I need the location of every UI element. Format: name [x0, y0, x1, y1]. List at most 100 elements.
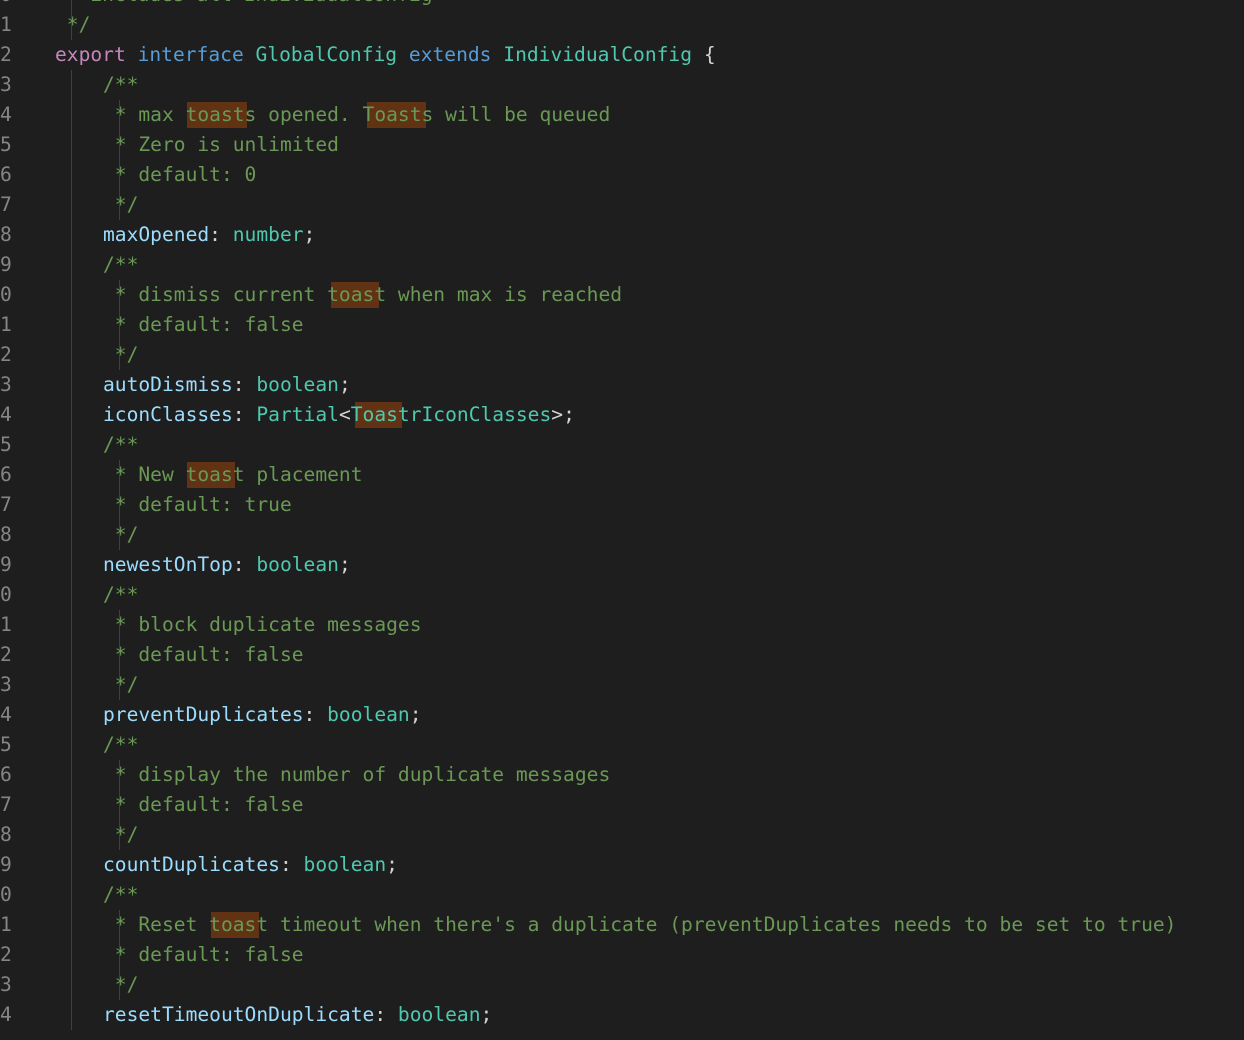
code-lines[interactable]: 0 * includes all IndividualConfig1 */2ex… — [0, 0, 1244, 1030]
line-number: 4 — [0, 103, 12, 126]
code-token: */ — [55, 13, 91, 36]
code-text[interactable]: /** — [103, 430, 138, 460]
code-line[interactable]: 0 /** — [0, 580, 1244, 610]
code-line[interactable]: 7 * default: true — [0, 490, 1244, 520]
code-line[interactable]: 2 export interface GlobalConfig extends I… — [0, 40, 1244, 70]
code-token: : — [232, 373, 257, 396]
code-text[interactable]: /** — [103, 250, 138, 280]
code-text[interactable]: maxOpened: number; — [103, 220, 315, 250]
code-editor[interactable]: 0 * includes all IndividualConfig1 */2ex… — [0, 0, 1244, 1040]
code-text[interactable]: */ — [103, 970, 139, 1000]
code-text[interactable]: * includes all IndividualConfig — [55, 0, 433, 10]
code-line[interactable]: 7 */ — [0, 190, 1244, 220]
code-line[interactable]: 4 resetTimeoutOnDuplicate: boolean; — [0, 1000, 1244, 1030]
code-line[interactable]: 9 /** — [0, 250, 1244, 280]
code-line[interactable]: 8 */ — [0, 520, 1244, 550]
code-line[interactable]: 4 * max toasts opened. Toasts will be qu… — [0, 100, 1244, 130]
code-text[interactable]: export interface GlobalConfig extends In… — [55, 40, 716, 70]
code-text[interactable]: * default: false — [103, 640, 304, 670]
code-line[interactable]: 5 /** — [0, 730, 1244, 760]
code-text[interactable]: * default: true — [103, 490, 292, 520]
code-text[interactable]: * dismiss current toast when max is reac… — [103, 280, 622, 310]
code-line[interactable]: 5 * Zero is unlimited — [0, 130, 1244, 160]
code-token: boolean — [256, 553, 339, 576]
code-text[interactable]: newestOnTop: boolean; — [103, 550, 351, 580]
code-line[interactable]: 0 /** — [0, 880, 1244, 910]
code-line[interactable]: 3 */ — [0, 670, 1244, 700]
code-text[interactable]: * Reset toast timeout when there's a dup… — [103, 910, 1177, 940]
code-text[interactable]: /** — [103, 880, 138, 910]
line-number: 6 — [0, 763, 12, 786]
code-text[interactable]: * Zero is unlimited — [103, 130, 339, 160]
code-text[interactable]: */ — [55, 10, 91, 40]
line-number: 5 — [0, 133, 12, 156]
line-number: 1 — [0, 313, 12, 336]
code-line[interactable]: 8 */ — [0, 820, 1244, 850]
line-number: 7 — [0, 493, 12, 516]
line-number: 1 — [0, 913, 12, 936]
code-text[interactable]: */ — [103, 340, 139, 370]
code-line[interactable]: 6 * display the number of duplicate mess… — [0, 760, 1244, 790]
code-text[interactable]: */ — [103, 670, 139, 700]
code-token: Partial — [256, 403, 339, 426]
code-line[interactable]: 4 preventDuplicates: boolean; — [0, 700, 1244, 730]
indent-guide — [70, 100, 72, 130]
code-line[interactable]: 3 /** — [0, 70, 1244, 100]
indent-guide — [70, 910, 72, 940]
code-line[interactable]: 3 autoDismiss: boolean; — [0, 370, 1244, 400]
code-line[interactable]: 5 /** — [0, 430, 1244, 460]
code-line[interactable]: 1 * block duplicate messages — [0, 610, 1244, 640]
code-line[interactable]: 4 iconClasses: Partial<ToastrIconClasses>… — [0, 400, 1244, 430]
line-number: 3 — [0, 73, 12, 96]
code-text[interactable]: countDuplicates: boolean; — [103, 850, 398, 880]
code-line[interactable]: 1 * default: false — [0, 310, 1244, 340]
code-token: ; — [338, 373, 351, 396]
code-text[interactable]: iconClasses: Partial<ToastrIconClasses>; — [103, 400, 575, 430]
code-text[interactable]: * block duplicate messages — [103, 610, 422, 640]
code-text[interactable]: * max toasts opened. Toasts will be queu… — [103, 100, 610, 130]
code-token: extends — [408, 43, 492, 66]
code-line[interactable]: 1 * Reset toast timeout when there's a d… — [0, 910, 1244, 940]
code-line[interactable]: 0 * includes all IndividualConfig — [0, 0, 1244, 10]
code-line[interactable]: 6 * default: 0 — [0, 160, 1244, 190]
indent-guide — [70, 250, 72, 280]
code-token: boolean — [256, 373, 339, 396]
code-line[interactable]: 7 * default: false — [0, 790, 1244, 820]
line-number: 8 — [0, 823, 12, 846]
code-text[interactable]: preventDuplicates: boolean; — [103, 700, 422, 730]
code-text[interactable]: */ — [103, 520, 139, 550]
code-token: { — [692, 43, 716, 66]
code-text[interactable]: * default: false — [103, 790, 304, 820]
code-line[interactable]: 0 * dismiss current toast when max is re… — [0, 280, 1244, 310]
code-text[interactable]: * default: false — [103, 310, 304, 340]
code-text[interactable]: /** — [103, 70, 138, 100]
code-line[interactable]: 9 newestOnTop: boolean; — [0, 550, 1244, 580]
code-text[interactable]: * default: false — [103, 940, 304, 970]
code-line[interactable]: 2 * default: false — [0, 940, 1244, 970]
code-text[interactable]: * default: 0 — [103, 160, 257, 190]
code-text[interactable]: resetTimeoutOnDuplicate: boolean; — [103, 1000, 492, 1030]
code-line[interactable]: 2 */ — [0, 340, 1244, 370]
code-token: < — [338, 403, 351, 426]
code-text[interactable]: autoDismiss: boolean; — [103, 370, 351, 400]
code-text[interactable]: */ — [103, 820, 139, 850]
code-line[interactable]: 6 * New toast placement — [0, 460, 1244, 490]
code-line[interactable]: 2 * default: false — [0, 640, 1244, 670]
code-line[interactable]: 9 countDuplicates: boolean; — [0, 850, 1244, 880]
code-line[interactable]: 8 maxOpened: number; — [0, 220, 1244, 250]
code-text[interactable]: * New toast placement — [103, 460, 363, 490]
indent-guide — [70, 610, 72, 640]
code-line[interactable]: 1 */ — [0, 10, 1244, 40]
code-token: >; — [551, 403, 575, 426]
code-text[interactable]: */ — [103, 190, 139, 220]
line-number: 1 — [0, 13, 12, 36]
code-line[interactable]: 3 */ — [0, 970, 1244, 1000]
code-text[interactable]: * display the number of duplicate messag… — [103, 760, 610, 790]
code-text[interactable]: /** — [103, 730, 138, 760]
code-token: /** — [103, 583, 139, 606]
code-token: * block duplicate messages — [103, 613, 422, 636]
indent-guide — [70, 520, 72, 550]
code-text[interactable]: /** — [103, 580, 138, 610]
